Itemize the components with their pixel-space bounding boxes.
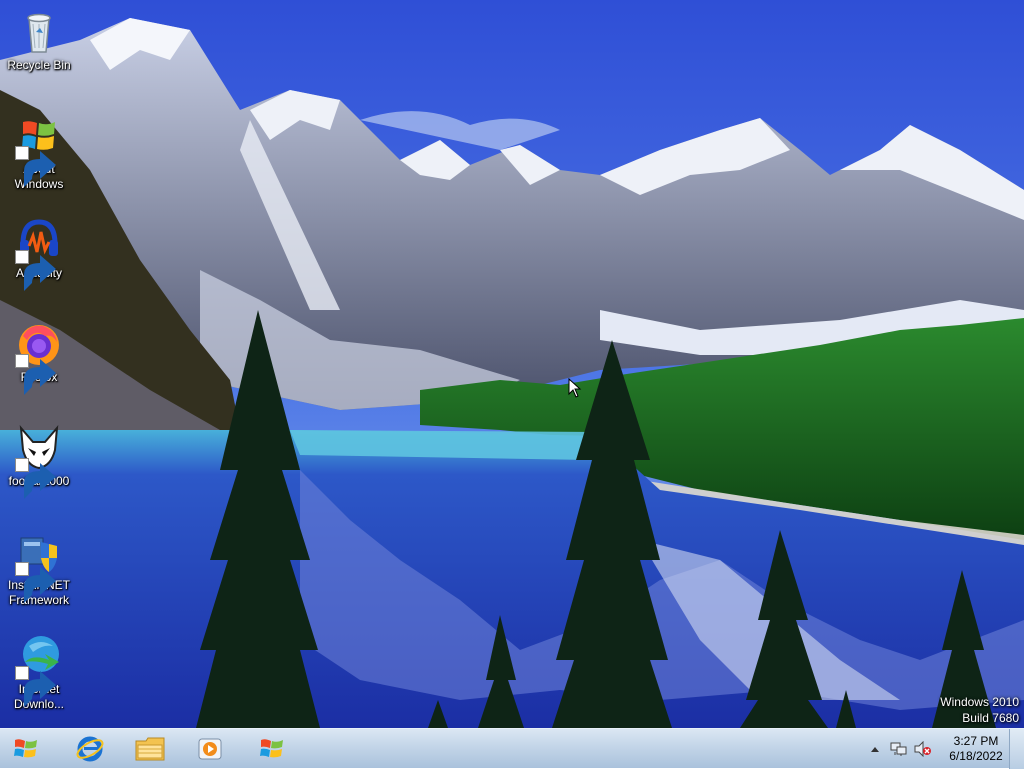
- taskbar-internet-explorer[interactable]: [64, 731, 116, 767]
- taskbar-clock[interactable]: 3:27 PM 6/18/2022: [946, 734, 1006, 764]
- internet-explorer-icon: [76, 736, 104, 762]
- windows-logo-icon: [15, 112, 63, 187]
- start-button[interactable]: [2, 731, 50, 767]
- network-icon[interactable]: [890, 740, 908, 758]
- desktop-icon-install-dotnet[interactable]: Install .NET Framework: [2, 524, 76, 620]
- system-tray: 3:27 PM 6/18/2022: [860, 729, 1006, 769]
- recycle-bin-icon: [15, 8, 63, 56]
- clock-date: 6/18/2022: [949, 749, 1003, 763]
- windows-orb-icon: [14, 739, 37, 758]
- taskbar-media-player[interactable]: [184, 731, 236, 767]
- desktop-icons: Recycle Bin About Windows: [0, 0, 80, 728]
- mouse-cursor-icon: [568, 377, 582, 398]
- taskbar-windows-app[interactable]: [246, 731, 298, 767]
- show-desktop-button[interactable]: [1009, 729, 1024, 769]
- watermark-build: Build 7680: [962, 711, 1019, 725]
- watermark-edition: Windows 2010: [940, 695, 1019, 709]
- shortcut-arrow-icon: [15, 666, 56, 707]
- file-explorer-icon: [135, 737, 165, 761]
- desktop-icon-recycle-bin[interactable]: Recycle Bin: [2, 4, 76, 100]
- clock-time: 3:27 PM: [953, 734, 999, 748]
- shortcut-arrow-icon: [15, 354, 56, 395]
- foobar2000-icon: [15, 424, 63, 499]
- desktop-icon-about-windows[interactable]: About Windows: [2, 108, 76, 204]
- taskbar: 3:27 PM 6/18/2022: [0, 728, 1024, 769]
- firefox-icon: [15, 320, 63, 395]
- volume-muted-icon[interactable]: [914, 740, 932, 758]
- desktop-icon-internet-download-manager[interactable]: Internet Downlo...: [2, 628, 76, 724]
- desktop-icon-audacity[interactable]: Audacity: [2, 212, 76, 308]
- desktop-wallpaper: [0, 0, 1024, 768]
- taskbar-file-explorer[interactable]: [124, 731, 176, 767]
- audacity-icon: [15, 216, 63, 291]
- shortcut-arrow-icon: [15, 146, 56, 187]
- shortcut-arrow-icon: [15, 250, 56, 291]
- shortcut-arrow-icon: [15, 562, 56, 603]
- internet-download-manager-icon: [15, 632, 63, 707]
- build-watermark: Windows 2010 Build 7680: [940, 694, 1019, 726]
- desktop-icon-firefox[interactable]: Firefox: [2, 316, 76, 412]
- shortcut-arrow-icon: [15, 458, 56, 499]
- dotnet-installer-icon: [15, 528, 63, 603]
- media-player-icon: [198, 738, 222, 760]
- windows-logo-icon: [260, 739, 283, 758]
- desktop-icon-foobar2000[interactable]: foobar2000: [2, 420, 76, 516]
- show-hidden-icons-arrow[interactable]: [866, 740, 884, 758]
- desktop-icon-label: Recycle Bin: [7, 58, 71, 72]
